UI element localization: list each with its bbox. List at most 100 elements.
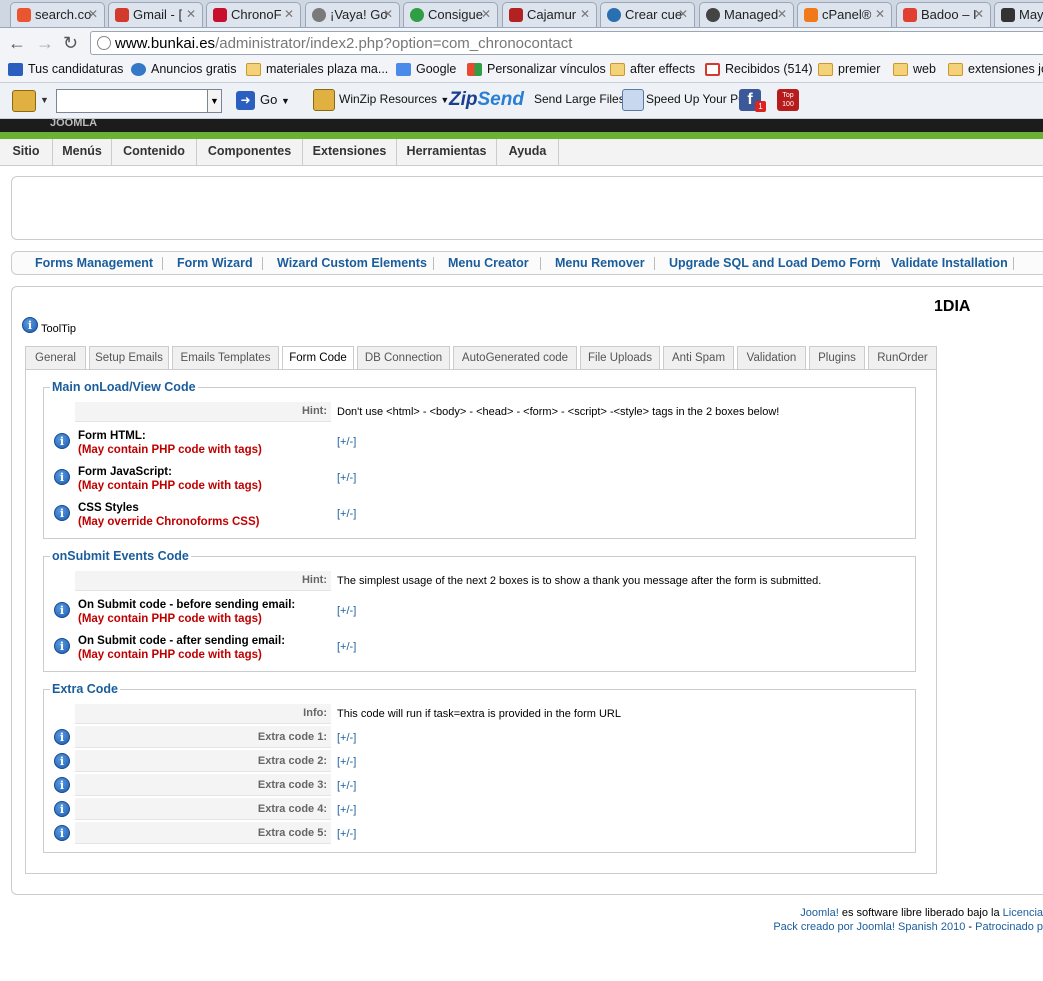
browser-tab[interactable]: ¡Vaya! Go ✕: [305, 2, 400, 27]
menu-item-extensiones[interactable]: Extensiones: [303, 139, 397, 165]
bookmark-item[interactable]: Recibidos (514): [705, 62, 813, 76]
tab-file-uploads[interactable]: File Uploads: [580, 346, 660, 370]
back-arrow-icon[interactable]: ←: [8, 33, 26, 54]
joomla-link[interactable]: Joomla!: [800, 907, 839, 919]
validate-installation-link[interactable]: Validate Installation: [891, 256, 1008, 270]
close-tab-icon[interactable]: ✕: [383, 7, 393, 21]
tab-autogenerated-code[interactable]: AutoGenerated code: [453, 346, 577, 370]
browser-tab[interactable]: Gmail - [✕: [108, 2, 203, 27]
menu-item-componentes[interactable]: Componentes: [197, 139, 303, 165]
browser-tab[interactable]: Maye: [994, 2, 1043, 27]
toolbar-search-input[interactable]: [56, 89, 208, 113]
expand-toggle[interactable]: [+/-]: [337, 732, 356, 744]
browser-tab[interactable]: search.co ✕: [10, 2, 105, 27]
chevron-down-icon[interactable]: ▼: [40, 95, 49, 105]
bookmark-item[interactable]: extensiones joo: [948, 62, 1043, 76]
upgrade-sql-link[interactable]: Upgrade SQL and Load Demo Form: [669, 256, 881, 270]
bookmark-item[interactable]: Google: [396, 62, 456, 76]
tab-emails-templates[interactable]: Emails Templates: [172, 346, 279, 370]
tab-plugins[interactable]: Plugins: [809, 346, 865, 370]
info-icon[interactable]: i: [54, 801, 70, 817]
form-wizard-link[interactable]: Form Wizard: [177, 256, 253, 270]
tooltip-label: ToolTip: [41, 323, 77, 335]
menu-item-contenido[interactable]: Contenido: [112, 139, 197, 165]
close-tab-icon[interactable]: ✕: [777, 7, 787, 21]
zipsend-logo[interactable]: ZipSend: [449, 89, 524, 111]
sponsor-link[interactable]: Patrocinado p: [975, 921, 1043, 933]
bookmark-item[interactable]: web: [893, 62, 936, 76]
top100-icon[interactable]: Top 100: [777, 89, 799, 111]
tab-runorder[interactable]: RunOrder: [868, 346, 937, 370]
expand-toggle[interactable]: [+/-]: [337, 641, 356, 653]
winzip-toolbar-logo-icon[interactable]: [12, 90, 36, 112]
browser-tab[interactable]: Managed ✕: [699, 2, 794, 27]
browser-tab[interactable]: cPanel® ✕: [797, 2, 892, 27]
menu-item-herramientas[interactable]: Herramientas: [397, 139, 497, 165]
license-link[interactable]: Licencia: [1003, 907, 1043, 919]
tab-validation[interactable]: Validation: [737, 346, 806, 370]
globe-favicon-icon: [312, 8, 326, 22]
menu-item-menus[interactable]: Menús: [53, 139, 112, 165]
forward-arrow-icon[interactable]: →: [36, 33, 54, 54]
url-path: /administrator/index2.php?option=com_chr…: [215, 35, 573, 52]
info-icon[interactable]: i: [22, 317, 38, 333]
close-tab-icon[interactable]: ✕: [88, 7, 98, 21]
wizard-custom-elements-link[interactable]: Wizard Custom Elements: [277, 256, 427, 270]
expand-toggle[interactable]: [+/-]: [337, 780, 356, 792]
bookmark-item[interactable]: Anuncios gratis: [131, 62, 236, 76]
speed-up-pc-link[interactable]: Speed Up Your PC: [646, 92, 747, 106]
menu-item-sitio[interactable]: Sitio: [0, 139, 53, 165]
tab-form-code[interactable]: Form Code: [282, 346, 354, 371]
bookmark-item[interactable]: Tus candidaturas: [8, 62, 123, 76]
bookmark-item[interactable]: after effects: [610, 62, 695, 76]
tab-anti-spam[interactable]: Anti Spam: [663, 346, 734, 370]
bookmark-item[interactable]: premier: [818, 62, 880, 76]
info-icon[interactable]: i: [54, 638, 70, 654]
close-tab-icon[interactable]: ✕: [974, 7, 984, 21]
close-tab-icon[interactable]: ✕: [186, 7, 196, 21]
facebook-notification-badge: 1: [755, 101, 766, 112]
expand-toggle[interactable]: [+/-]: [337, 508, 356, 520]
browser-tab[interactable]: Cajamur ✕: [502, 2, 597, 27]
browser-tab[interactable]: Crear cue ✕: [600, 2, 695, 27]
info-icon[interactable]: i: [54, 505, 70, 521]
winzip-resources-button[interactable]: WinZip Resources ▼: [339, 92, 449, 106]
tab-setup-emails[interactable]: Setup Emails: [89, 346, 169, 370]
bookmark-item[interactable]: Personalizar vínculos: [467, 62, 606, 76]
go-button[interactable]: ➜ Go ▼: [236, 91, 290, 110]
info-icon[interactable]: i: [54, 753, 70, 769]
browser-tab[interactable]: Consigue ✕: [403, 2, 498, 27]
address-bar[interactable]: www.bunkai.es/administrator/index2.php?o…: [90, 31, 1043, 55]
browser-tab[interactable]: Badoo – I ✕: [896, 2, 991, 27]
expand-toggle[interactable]: [+/-]: [337, 472, 356, 484]
tab-db-connection[interactable]: DB Connection: [357, 346, 450, 370]
close-tab-icon[interactable]: ✕: [284, 7, 294, 21]
expand-toggle[interactable]: [+/-]: [337, 605, 356, 617]
send-large-files-link[interactable]: Send Large Files: [534, 92, 625, 106]
browser-tab[interactable]: ChronoF ✕: [206, 2, 301, 27]
info-icon[interactable]: i: [54, 825, 70, 841]
info-icon[interactable]: i: [54, 602, 70, 618]
close-tab-icon[interactable]: ✕: [678, 7, 688, 21]
close-tab-icon[interactable]: ✕: [875, 7, 885, 21]
expand-toggle[interactable]: [+/-]: [337, 804, 356, 816]
tab-general[interactable]: General: [25, 346, 86, 370]
menu-item-ayuda[interactable]: Ayuda: [497, 139, 559, 165]
toolbar-search-dropdown[interactable]: ▼: [208, 89, 222, 113]
bookmark-item[interactable]: materiales plaza ma...: [246, 62, 388, 76]
reload-icon[interactable]: ↻: [63, 33, 78, 54]
info-icon[interactable]: i: [54, 777, 70, 793]
pack-link[interactable]: Pack creado por Joomla! Spanish 2010: [773, 921, 965, 933]
info-icon[interactable]: i: [54, 729, 70, 745]
forms-management-link[interactable]: Forms Management: [35, 256, 153, 270]
menu-remover-link[interactable]: Menu Remover: [555, 256, 645, 270]
info-icon[interactable]: i: [54, 433, 70, 449]
expand-toggle[interactable]: [+/-]: [337, 756, 356, 768]
menu-creator-link[interactable]: Menu Creator: [448, 256, 529, 270]
expand-toggle[interactable]: [+/-]: [337, 436, 356, 448]
expand-toggle[interactable]: [+/-]: [337, 828, 356, 840]
hint-label: Hint:: [75, 402, 331, 422]
close-tab-icon[interactable]: ✕: [580, 7, 590, 21]
close-tab-icon[interactable]: ✕: [481, 7, 491, 21]
info-icon[interactable]: i: [54, 469, 70, 485]
